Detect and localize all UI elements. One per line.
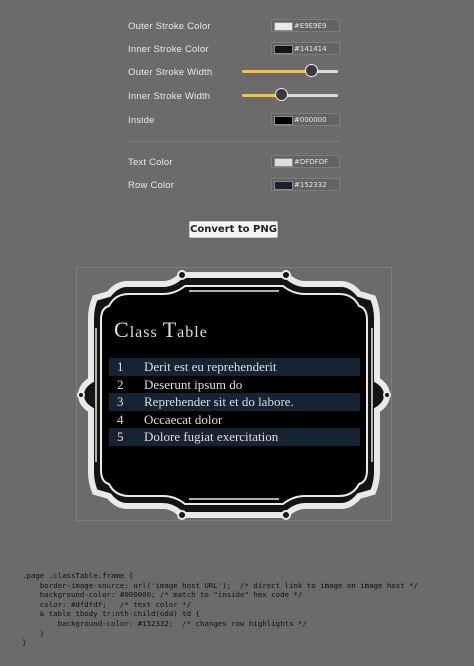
text-color-hex: #DFDFDF	[294, 158, 329, 166]
inner-stroke-color-hex: #141414	[294, 45, 327, 53]
code-line: background-color: #000000; /* match to "…	[22, 590, 303, 600]
slider-fill	[242, 70, 312, 73]
row-color-picker[interactable]: #152332	[271, 178, 340, 191]
frame-knob	[383, 391, 391, 399]
class-table-title: Class Table	[114, 317, 208, 343]
slider-thumb[interactable]	[275, 88, 289, 101]
table-row: 1 Derit est eu reprehenderit	[109, 358, 360, 376]
row-color-setting: Row Color #152332	[0, 178, 474, 198]
row-text: Reprehender sit et do labore.	[144, 394, 294, 409]
text-color-setting: Text Color #DFDFDF	[0, 155, 474, 175]
frame-knob	[281, 270, 291, 280]
inner-stroke-color-label: Inner Stroke Color	[128, 44, 209, 55]
code-line: & table tbody tr:nth-child(odd) td {	[22, 609, 200, 619]
css-code-snippet: .page .classTable.frame { border-image-s…	[22, 571, 418, 648]
frame-knob	[77, 391, 85, 399]
outer-stroke-width-slider[interactable]	[242, 64, 338, 78]
row-text: Dolore fugiat exercitation	[144, 429, 279, 444]
frame-preview: Class Table 1 Derit est eu reprehenderit …	[76, 267, 392, 521]
inner-stroke-width-slider[interactable]	[242, 88, 338, 102]
row-number: 4	[117, 411, 124, 427]
outer-stroke-width-label: Outer Stroke Width	[128, 67, 213, 78]
title-initial-c: C	[114, 317, 130, 342]
inside-color-setting: Inside #000000	[0, 113, 474, 133]
outer-stroke-width-setting: Outer Stroke Width	[0, 64, 474, 85]
row-number: 3	[117, 394, 124, 409]
row-number: 1	[117, 359, 124, 374]
inside-color-label: Inside	[128, 115, 155, 126]
code-line: }	[22, 628, 45, 638]
code-line: .page .classTable.frame {	[22, 571, 134, 580]
title-rest-2: able	[177, 324, 208, 341]
text-color-label: Text Color	[128, 157, 173, 168]
text-color-swatch[interactable]	[274, 158, 293, 167]
inner-stroke-width-label: Inner Stroke Width	[128, 91, 211, 102]
code-line: border-image-source: url('image host URL…	[22, 580, 419, 590]
text-color-picker[interactable]: #DFDFDF	[271, 155, 340, 168]
inside-color-swatch[interactable]	[274, 116, 293, 125]
inner-stroke-color-swatch[interactable]	[274, 45, 293, 54]
table-row: 5 Dolore fugiat exercitation	[109, 428, 360, 446]
row-number: 2	[117, 376, 124, 392]
row-text: Deserunt ipsum do	[144, 376, 243, 392]
row-color-swatch[interactable]	[274, 181, 293, 190]
title-initial-t: T	[162, 317, 178, 342]
outer-stroke-color-hex: #E9E9E9	[294, 22, 327, 30]
slider-thumb[interactable]	[305, 64, 319, 77]
inner-stroke-color-setting: Inner Stroke Color #141414	[0, 42, 474, 62]
outer-stroke-color-picker[interactable]: #E9E9E9	[271, 19, 340, 32]
code-line: color: #dfdfdf; /* text color */	[22, 599, 192, 609]
settings-divider	[128, 141, 340, 142]
inside-color-picker[interactable]: #000000	[271, 113, 340, 126]
row-color-hex: #152332	[294, 181, 327, 189]
outer-stroke-color-label: Outer Stroke Color	[128, 21, 211, 32]
row-number: 5	[117, 429, 124, 444]
table-row: 3 Reprehender sit et do labore.	[109, 393, 360, 411]
table-row: 4 Occaecat dolor	[109, 411, 360, 429]
table-row: 2 Deserunt ipsum do	[109, 376, 360, 394]
frame-knob	[177, 510, 187, 520]
outer-stroke-color-setting: Outer Stroke Color #E9E9E9	[0, 19, 474, 39]
frame-knob	[177, 270, 187, 280]
outer-stroke-color-swatch[interactable]	[274, 22, 293, 31]
code-line: }	[22, 638, 27, 648]
row-color-label: Row Color	[128, 180, 175, 191]
code-line: background-color: #152332; /* changes ro…	[22, 618, 307, 628]
inner-stroke-width-setting: Inner Stroke Width	[0, 88, 474, 109]
inside-color-hex: #000000	[294, 116, 327, 124]
inner-stroke-color-picker[interactable]: #141414	[271, 42, 340, 55]
row-text: Occaecat dolor	[144, 411, 223, 427]
class-table: 1 Derit est eu reprehenderit 2 Deserunt ip…	[109, 358, 360, 446]
row-text: Derit est eu reprehenderit	[144, 359, 277, 374]
title-rest-1: lass	[129, 324, 163, 341]
frame-knob	[281, 510, 291, 520]
convert-to-png-button[interactable]: Convert to PNG	[189, 221, 278, 238]
